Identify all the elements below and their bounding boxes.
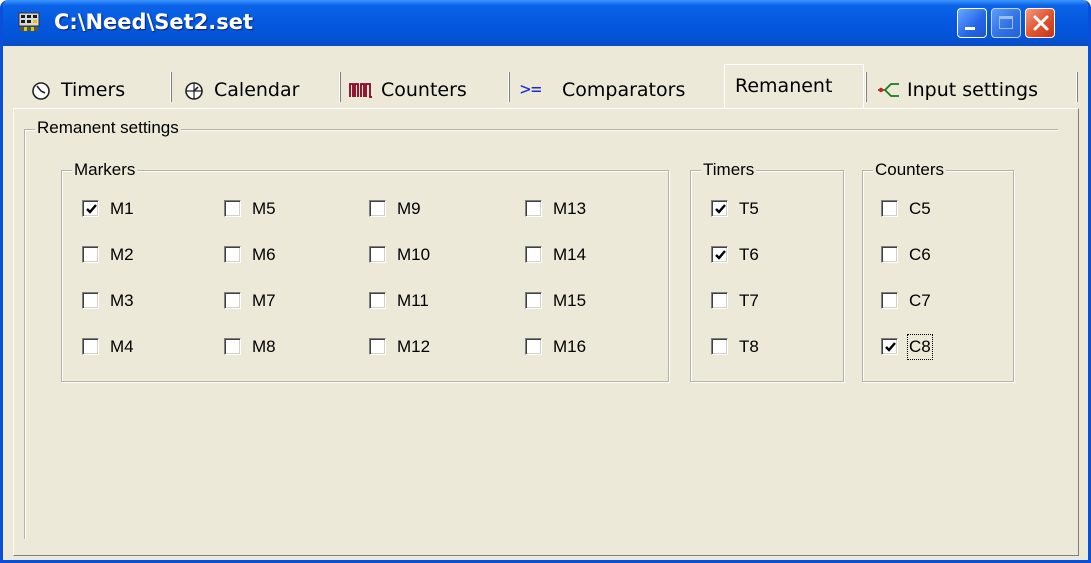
checkbox-label: C5 xyxy=(909,199,931,218)
checkbox-label: C6 xyxy=(909,245,931,264)
checkbox-box[interactable] xyxy=(224,200,241,217)
tab-separator xyxy=(1076,72,1078,102)
timers-group: Timers T5 T6 T7 T8 xyxy=(690,159,844,382)
tab-separator xyxy=(170,72,172,102)
checkbox-box[interactable] xyxy=(881,200,898,217)
comparator-icon: >= xyxy=(520,79,542,100)
tab-counters-label: Counters xyxy=(381,79,467,101)
checkbox-box[interactable] xyxy=(82,292,99,309)
checkbox-label: C8 xyxy=(907,334,933,360)
checkbox-label: M10 xyxy=(397,245,431,264)
checkbox-box[interactable] xyxy=(82,338,99,355)
checkbox-box[interactable] xyxy=(369,246,386,263)
checkbox-label: M3 xyxy=(110,291,134,310)
checkbox-label: M2 xyxy=(110,245,134,264)
timers-title: Timers xyxy=(701,159,757,181)
calendar-clock-icon xyxy=(185,82,203,100)
minimize-button[interactable] xyxy=(957,8,987,38)
checkbox-box[interactable] xyxy=(525,200,542,217)
tab-timers-label: Timers xyxy=(61,79,126,101)
title-bar[interactable]: C:\Need\Set2.set xyxy=(3,0,1088,46)
tab-separator xyxy=(865,72,867,102)
checkbox-box[interactable] xyxy=(82,200,99,217)
tab-remanent[interactable]: Remanent xyxy=(724,64,864,108)
checkbox-label: M14 xyxy=(553,245,587,264)
close-button[interactable] xyxy=(1025,8,1055,38)
tab-strip: Timers Calendar Counters >= Comparators … xyxy=(13,64,1079,108)
counter-pulse-icon xyxy=(349,83,372,98)
checkbox-box[interactable] xyxy=(525,292,542,309)
checkbox-label: M9 xyxy=(397,199,421,218)
checkbox-label: M12 xyxy=(397,337,431,356)
input-branch-icon xyxy=(878,83,899,97)
checkbox-box[interactable] xyxy=(711,338,728,355)
tab-separator xyxy=(508,72,510,102)
checkbox-box[interactable] xyxy=(369,200,386,217)
checkbox-label: M8 xyxy=(252,337,276,356)
tab-input-settings[interactable]: Input settings xyxy=(869,71,1077,108)
markers-title: Markers xyxy=(72,159,138,181)
tab-comparators[interactable]: >= Comparators xyxy=(512,71,724,108)
checkbox-label: M13 xyxy=(553,199,587,218)
tab-timers[interactable]: Timers xyxy=(21,71,171,108)
checkbox-label: M7 xyxy=(252,291,276,310)
close-icon xyxy=(1033,15,1049,31)
remanent-settings-title: Remanent settings xyxy=(35,117,181,139)
tab-counters[interactable]: Counters xyxy=(343,71,509,108)
checkbox-box[interactable] xyxy=(369,338,386,355)
checkbox-label: T7 xyxy=(739,291,759,310)
checkbox-box[interactable] xyxy=(525,246,542,263)
app-icon xyxy=(18,12,40,31)
checkbox-box[interactable] xyxy=(711,246,728,263)
checkbox-label: M6 xyxy=(252,245,276,264)
checkbox-label: C7 xyxy=(909,291,931,310)
checkbox-label: T5 xyxy=(739,199,759,218)
tab-remanent-label: Remanent xyxy=(735,75,833,97)
checkbox-box[interactable] xyxy=(881,292,898,309)
checkmark-icon xyxy=(715,204,726,214)
app-window: C:\Need\Set2.set Timers Calendar Counter… xyxy=(0,0,1091,563)
checkmark-icon xyxy=(715,250,726,260)
minimize-icon xyxy=(965,27,975,30)
checkbox-label: M4 xyxy=(110,337,134,356)
tab-comparators-label: Comparators xyxy=(562,79,686,101)
checkbox-label: T8 xyxy=(739,337,759,356)
tab-calendar[interactable]: Calendar xyxy=(174,71,340,108)
checkbox-box[interactable] xyxy=(224,338,241,355)
checkmark-icon xyxy=(86,204,97,214)
checkbox-box[interactable] xyxy=(711,200,728,217)
checkbox-box[interactable] xyxy=(224,246,241,263)
checkbox-label: M15 xyxy=(553,291,587,310)
remanent-panel: Remanent settings Markers M1 M2 M3 M4 M5 M6 M7… xyxy=(13,108,1079,556)
checkbox-label: M11 xyxy=(397,291,429,310)
checkbox-label: T6 xyxy=(739,245,759,264)
checkbox-box[interactable] xyxy=(369,292,386,309)
tab-input-settings-label: Input settings xyxy=(907,79,1039,101)
checkbox-box[interactable] xyxy=(881,338,898,355)
checkbox-box[interactable] xyxy=(881,246,898,263)
checkbox-label: M5 xyxy=(252,199,276,218)
counters-title: Counters xyxy=(873,159,946,181)
timer-icon xyxy=(32,82,50,100)
window-title: C:\Need\Set2.set xyxy=(54,10,254,34)
checkbox-box[interactable] xyxy=(224,292,241,309)
checkbox-box[interactable] xyxy=(525,338,542,355)
checkbox-box[interactable] xyxy=(82,246,99,263)
checkbox-box[interactable] xyxy=(711,292,728,309)
maximize-icon xyxy=(999,16,1013,29)
tab-separator xyxy=(339,72,341,102)
tab-calendar-label: Calendar xyxy=(214,79,300,101)
maximize-button[interactable] xyxy=(991,8,1021,38)
checkbox-label: M16 xyxy=(553,337,587,356)
markers-group: Markers M1 M2 M3 M4 M5 M6 M7 M8 M9 M10 M11 M12 M13 M1… xyxy=(61,159,669,382)
counters-group: Counters C5 C6 C7 C8 xyxy=(862,159,1014,382)
checkmark-icon xyxy=(885,342,896,352)
checkbox-label: M1 xyxy=(110,199,134,218)
